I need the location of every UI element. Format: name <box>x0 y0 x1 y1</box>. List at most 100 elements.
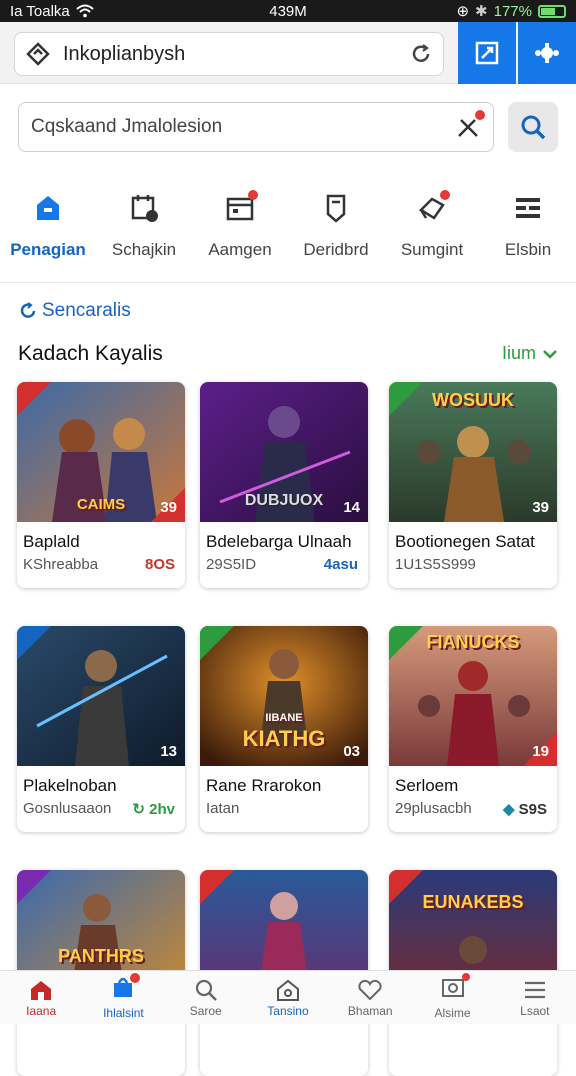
clear-icon[interactable] <box>455 110 485 140</box>
store-icon <box>28 188 68 228</box>
extensions-button[interactable] <box>518 22 576 84</box>
search-box <box>18 102 494 152</box>
search-row <box>0 84 576 172</box>
tab-category-5[interactable]: Sumgint <box>384 182 480 278</box>
nav-item-house[interactable]: Tansino <box>247 971 329 1024</box>
game-card[interactable]: FIANUCKS 19 Serloem 29plusacbh ◆ S9S <box>389 626 557 832</box>
menu-icon <box>524 981 545 998</box>
game-logo: WOSUUK <box>432 390 514 410</box>
alarm-icon: ⊕ <box>456 3 470 20</box>
tab-category-2[interactable]: Schajkin <box>96 182 192 278</box>
tab-label: Penagian <box>10 240 86 259</box>
url-text: Inkoplianbysh <box>63 42 186 65</box>
game-logo: PANTHRS <box>58 946 144 966</box>
tab-label: Sumgint <box>400 240 464 259</box>
nav-label: Ihlalsint <box>103 1006 144 1020</box>
battery-percent: 177% <box>493 2 532 20</box>
nav-label: Lsaot <box>520 1003 550 1018</box>
card-subtitle: KShreabba <box>23 556 99 573</box>
chevron-down-icon <box>543 349 557 359</box>
game-logo: EUNAKEBS <box>422 892 524 912</box>
bookmark-icon <box>316 188 356 228</box>
card-title: Serloem <box>395 776 459 795</box>
nav-label: Alsime <box>434 1006 471 1020</box>
nav-item-search[interactable]: Saroe <box>165 971 247 1024</box>
game-logo: FIANUCKS <box>426 632 520 652</box>
nav-label: Iaana <box>26 1003 57 1018</box>
card-subtitle: 29S5ID <box>206 556 257 573</box>
card-meta: ↻ 2hv <box>132 801 175 818</box>
card-subtitle: 29plusacbh <box>395 800 472 817</box>
section-title: Kadach Kayalis <box>18 342 163 365</box>
card-subtitle: Iatan <box>206 800 240 817</box>
refresh-circle-icon <box>20 302 36 318</box>
diamond-icon: ◆ <box>502 801 519 818</box>
edit-square-icon <box>475 41 499 65</box>
edit-button[interactable] <box>458 22 516 84</box>
section-tag-label: Sencaralis <box>42 300 131 321</box>
announce-icon <box>412 188 452 228</box>
game-card[interactable]: DUBJUOX 14 Bdelebarga Ulnaah 29S5ID 4asu <box>200 382 368 588</box>
bluetooth-icon: ✱ <box>475 3 488 20</box>
clock: 439M <box>269 2 307 20</box>
card-meta: ◆ S9S <box>502 801 547 818</box>
carrier-label: Ia Toalka <box>10 2 70 20</box>
game-card[interactable]: CAIMS 39 Baplald KShreabba 8OS <box>17 382 185 588</box>
nav-item-menu[interactable]: Lsaot <box>494 971 576 1024</box>
nav-item-favorites[interactable]: Bhaman <box>329 971 411 1024</box>
game-card[interactable]: WOSUUK 39 Bootionegen Satat 1U1S5S999 <box>389 382 557 588</box>
nav-label: Tansino <box>267 1003 309 1018</box>
section-tag[interactable]: Sencaralis <box>18 300 131 322</box>
card-title: Bdelebarga Ulnaah <box>206 532 352 551</box>
game-thumbnail: CAIMS 39 <box>17 382 185 522</box>
address-bar[interactable]: Inkoplianbysh <box>14 32 444 76</box>
search-button[interactable] <box>508 102 558 152</box>
tab-label: Elsbin <box>504 240 552 259</box>
nav-item-home[interactable]: Iaana <box>0 971 82 1024</box>
calendar-icon <box>220 188 260 228</box>
bottom-nav: Iaana Ihlalsint Saroe Tansino Bhaman Als… <box>0 970 576 1024</box>
house-outline-icon <box>276 979 299 1001</box>
tab-label: Deridbrd <box>303 240 369 259</box>
game-thumbnail: FIANUCKS 19 <box>389 626 557 766</box>
battery-icon <box>538 4 566 18</box>
divider <box>0 282 576 283</box>
card-badge: 03 <box>343 743 360 760</box>
game-card[interactable]: IIBANE KIATHG 03 Rane Rrarokon Iatan <box>200 626 368 832</box>
nav-item-camera[interactable]: Alsime <box>411 971 493 1024</box>
card-meta: 4asu <box>323 556 358 573</box>
search-icon <box>521 115 546 140</box>
game-thumbnail: WOSUUK 39 <box>389 382 557 522</box>
tab-category-4[interactable]: Deridbrd <box>288 182 384 278</box>
bag-icon <box>110 973 141 1004</box>
search-input[interactable] <box>31 116 455 138</box>
game-thumbnail: 13 <box>17 626 185 766</box>
nav-item-shop[interactable]: Ihlalsint <box>82 971 164 1024</box>
card-title: Plakelnoban <box>23 776 117 795</box>
see-all-link[interactable]: Iium <box>502 343 558 364</box>
browser-toolbar: Inkoplianbysh <box>0 22 576 84</box>
card-badge: 13 <box>160 743 177 760</box>
see-all-label: Iium <box>501 343 536 363</box>
puzzle-icon <box>535 43 559 63</box>
card-subtitle: Gosnlusaaon <box>23 800 112 817</box>
tab-category-1[interactable]: Penagian <box>0 182 96 278</box>
game-thumbnail: IIBANE KIATHG 03 <box>200 626 368 766</box>
heart-icon <box>358 979 382 1000</box>
tab-category-6[interactable]: Elsbin <box>480 182 576 278</box>
card-badge: 19 <box>532 743 549 760</box>
card-title: Bootionegen Satat <box>395 532 535 551</box>
tab-category-3[interactable]: Aamgen <box>192 182 288 278</box>
game-card[interactable]: 13 Plakelnoban Gosnlusaaon ↻ 2hv <box>17 626 185 832</box>
nav-label: Bhaman <box>347 1003 393 1018</box>
category-tabs: Penagian Schajkin Aamgen Deridbrd Sumgin… <box>0 182 576 278</box>
camera-icon <box>440 973 470 1004</box>
tab-label: Schajkin <box>111 240 177 259</box>
card-title: Rane Rrarokon <box>206 776 322 795</box>
status-bar: Ia Toalka 439M ⊕ ✱ 177% <box>0 0 576 22</box>
wifi-icon <box>76 4 94 18</box>
reload-icon[interactable] <box>409 42 433 66</box>
search-icon <box>195 979 217 1001</box>
card-subtitle: 1U1S5S999 <box>395 556 476 573</box>
game-logo-top: IIBANE <box>265 712 303 724</box>
